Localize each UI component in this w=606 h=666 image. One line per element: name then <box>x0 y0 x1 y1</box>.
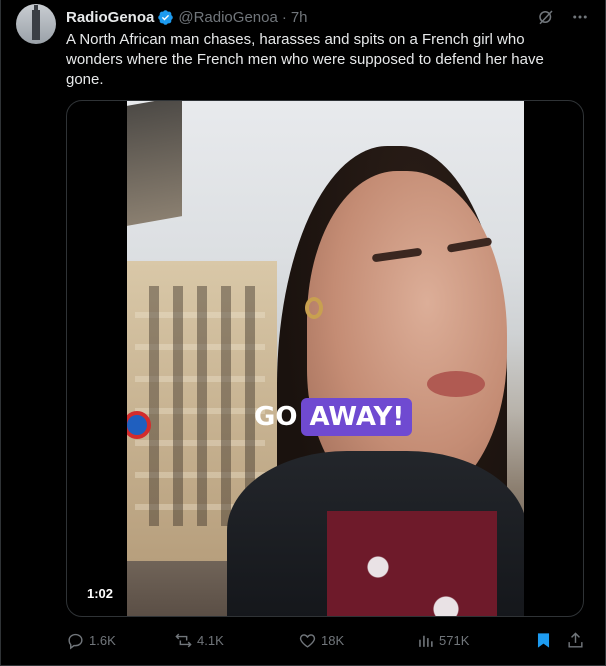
post-time[interactable]: 7h <box>291 9 308 26</box>
like-count: 18K <box>321 632 345 648</box>
bookmark-button[interactable] <box>534 631 557 650</box>
share-button[interactable] <box>566 631 589 650</box>
repost-count: 4.1K <box>197 632 224 648</box>
video-building-corner <box>127 101 182 226</box>
video-person-sweater <box>327 511 497 616</box>
bookmark-icon <box>537 632 550 648</box>
video-player[interactable]: GO AWAY! 1:02 <box>66 100 584 617</box>
author-handle[interactable]: @RadioGenoa <box>178 9 277 26</box>
avatar[interactable] <box>16 4 56 44</box>
share-icon <box>568 631 583 648</box>
views-count: 571K <box>439 632 470 648</box>
reply-icon <box>68 633 83 649</box>
post-text: A North African man chases, harasses and… <box>66 31 544 88</box>
reply-button[interactable]: 1.6K <box>66 631 116 650</box>
views-icon <box>419 635 433 647</box>
header-icons <box>536 7 590 27</box>
video-frame[interactable] <box>127 101 524 616</box>
author-name[interactable]: RadioGenoa <box>66 9 154 26</box>
action-bar: 1.6K 4.1K 18K 571K <box>66 626 584 654</box>
repost-icon <box>175 633 192 647</box>
video-person-mouth <box>427 371 485 397</box>
more-icon[interactable] <box>570 7 590 27</box>
reply-count: 1.6K <box>89 632 116 648</box>
grok-icon[interactable] <box>536 7 556 27</box>
video-caption: GO AWAY! <box>252 398 413 436</box>
avatar-tower <box>32 10 40 40</box>
heart-icon <box>299 633 316 648</box>
video-duration: 1:02 <box>81 583 120 604</box>
video-person-earring <box>305 297 323 319</box>
separator-dot: · <box>281 8 287 26</box>
views-button[interactable]: 571K <box>416 631 469 650</box>
like-button[interactable]: 18K <box>298 631 344 650</box>
repost-button[interactable]: 4.1K <box>174 631 224 650</box>
caption-word-2: AWAY! <box>301 398 413 436</box>
post-header: RadioGenoa @RadioGenoa · 7h <box>66 7 590 27</box>
verified-badge-icon <box>158 9 174 25</box>
caption-word-1: GO <box>254 402 298 432</box>
